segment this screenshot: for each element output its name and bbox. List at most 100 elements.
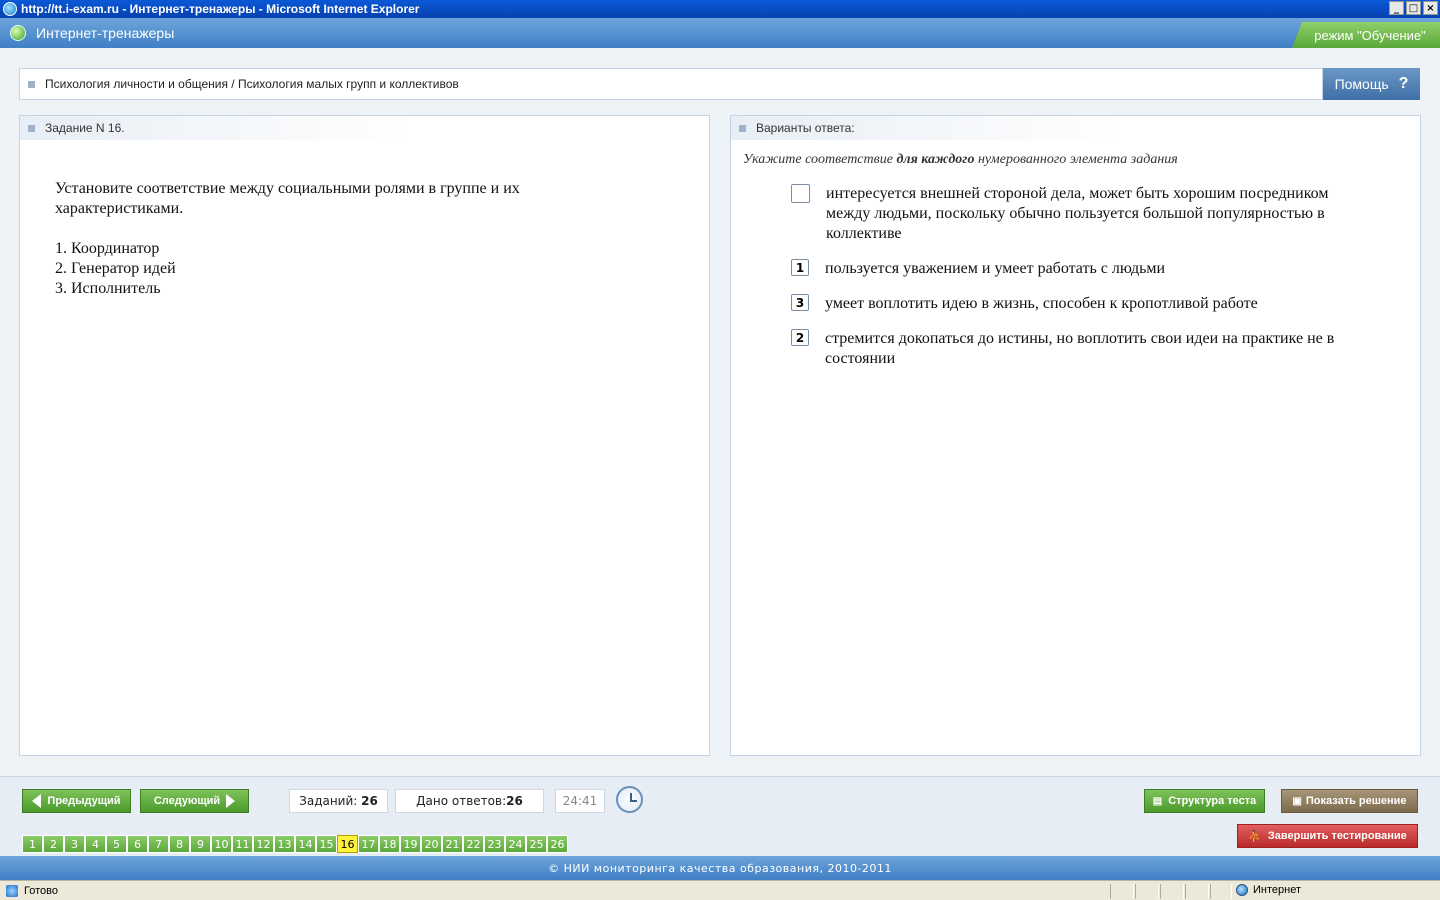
prev-label: Предыдущий [47, 795, 121, 807]
answers-panel-header: Варианты ответа: [731, 116, 1126, 140]
page-button-8[interactable]: 8 [169, 835, 190, 853]
answer-option-text: умеет воплотить идею в жизнь, способен к… [825, 295, 1258, 312]
ie-statusbar: Готово Интернет [0, 880, 1440, 900]
app-title: Интернет-тренажеры [36, 25, 175, 41]
page-button-12[interactable]: 12 [253, 835, 274, 853]
question-icon: ? [1398, 75, 1409, 92]
next-button[interactable]: Следующий [140, 789, 249, 813]
list-icon: ▤ [1152, 795, 1163, 807]
task-item: 2. Генератор идей [55, 260, 176, 277]
tasks-count-box: Заданий: 26 [289, 789, 388, 813]
close-button[interactable]: × [1423, 1, 1438, 15]
mode-badge: режим "Обучение" [1292, 22, 1440, 48]
finish-test-label: Завершить тестирование [1267, 830, 1407, 842]
breadcrumb-text: Психология личности и общения / Психолог… [45, 77, 459, 91]
test-structure-label: Структура теста [1168, 795, 1257, 807]
page-button-9[interactable]: 9 [190, 835, 211, 853]
arrow-right-icon [226, 794, 236, 808]
task-question: Установите соответствие между социальным… [55, 179, 615, 299]
finish-test-button[interactable]: ⛹ Завершить тестирование [1237, 824, 1418, 848]
ie-icon [3, 2, 17, 16]
help-button[interactable]: Помощь ? [1323, 68, 1420, 100]
page-button-10[interactable]: 10 [211, 835, 232, 853]
footer-copyright: © НИИ мониторинга качества образования, … [0, 856, 1440, 880]
bullet-square-icon [739, 124, 746, 132]
status-segment [1185, 884, 1209, 899]
answer-option: 1 пользуется уважением и умеет работать … [791, 259, 1370, 279]
page-button-24[interactable]: 24 [505, 835, 526, 853]
running-man-icon: ⛹ [1248, 830, 1262, 843]
test-structure-button[interactable]: ▤ Структура теста [1144, 789, 1265, 813]
answer-option: 3 умеет воплотить идею в жизнь, способен… [791, 294, 1370, 314]
arrow-left-icon [32, 794, 42, 808]
instruction-text: Укажите соответствие [743, 152, 897, 167]
page-button-18[interactable]: 18 [379, 835, 400, 853]
answers-panel: Варианты ответа: Укажите соответствие дл… [730, 115, 1421, 756]
page-button-5[interactable]: 5 [106, 835, 127, 853]
window-controls: _ □ × [1389, 1, 1438, 15]
globe-icon [1236, 884, 1248, 896]
page-button-21[interactable]: 21 [442, 835, 463, 853]
maximize-button[interactable]: □ [1406, 1, 1421, 15]
task-panel-header: Задание N 16. [20, 116, 415, 140]
answer-option-text: интересуется внешней стороной дела, може… [826, 185, 1329, 242]
task-item: 3. Исполнитель [55, 280, 161, 297]
tasks-count-label: Заданий: [299, 794, 358, 808]
timer: 24:41 [555, 789, 605, 813]
status-segment [1160, 884, 1184, 899]
task-panel: Задание N 16. Установите соответствие ме… [19, 115, 710, 756]
tasks-count-value: 26 [361, 794, 378, 808]
show-solution-button[interactable]: ▣ Показать решение [1281, 789, 1418, 813]
answer-option: 2 стремится докопаться до истины, но воп… [791, 329, 1370, 369]
page-button-3[interactable]: 3 [64, 835, 85, 853]
task-number: Задание N 16. [45, 121, 125, 135]
page-button-1[interactable]: 1 [22, 835, 43, 853]
page-button-20[interactable]: 20 [421, 835, 442, 853]
answer-input[interactable]: 2 [791, 329, 809, 346]
page-button-11[interactable]: 11 [232, 835, 253, 853]
minimize-button[interactable]: _ [1389, 1, 1404, 15]
page-button-19[interactable]: 19 [400, 835, 421, 853]
clock-icon [616, 786, 643, 813]
page-button-25[interactable]: 25 [526, 835, 547, 853]
answer-instruction: Укажите соответствие для каждого нумеров… [743, 152, 1178, 168]
window-title: http://tt.i-exam.ru - Интернет-тренажеры… [21, 2, 420, 16]
page-button-26[interactable]: 26 [547, 835, 568, 853]
instruction-emphasis: для каждого [896, 152, 975, 167]
task-item: 1. Координатор [55, 240, 160, 257]
answer-input[interactable]: 3 [791, 294, 809, 311]
prev-button[interactable]: Предыдущий [22, 789, 131, 813]
page-button-7[interactable]: 7 [148, 835, 169, 853]
window-titlebar: http://tt.i-exam.ru - Интернет-тренажеры… [0, 0, 1440, 18]
bullet-square-icon [28, 124, 35, 132]
status-segment [1110, 884, 1134, 899]
page-button-22[interactable]: 22 [463, 835, 484, 853]
breadcrumb: Психология личности и общения / Психолог… [19, 68, 1323, 100]
answers-header: Варианты ответа: [756, 121, 855, 135]
security-zone-label: Интернет [1253, 884, 1301, 896]
status-text: Готово [24, 884, 58, 897]
book-icon: ▣ [1292, 795, 1302, 807]
page-button-6[interactable]: 6 [127, 835, 148, 853]
app-logo-icon [10, 25, 26, 41]
page-button-16[interactable]: 16 [337, 835, 358, 853]
page-button-23[interactable]: 23 [484, 835, 505, 853]
answer-input[interactable]: 1 [791, 259, 809, 276]
task-items: 1. Координатор 2. Генератор идей 3. Испо… [55, 239, 615, 299]
answer-input[interactable] [791, 184, 810, 203]
page-button-4[interactable]: 4 [85, 835, 106, 853]
page-button-17[interactable]: 17 [358, 835, 379, 853]
answers-count-box: Дано ответов: 26 [395, 789, 544, 813]
page-button-14[interactable]: 14 [295, 835, 316, 853]
answers-count-value: 26 [506, 794, 523, 808]
next-label: Следующий [153, 795, 221, 807]
instruction-text: нумерованного элемента задания [974, 152, 1178, 167]
page-button-15[interactable]: 15 [316, 835, 337, 853]
help-label: Помощь [1334, 76, 1389, 92]
answer-option: интересуется внешней стороной дела, може… [791, 184, 1371, 244]
show-solution-label: Показать решение [1305, 795, 1407, 807]
page-button-2[interactable]: 2 [43, 835, 64, 853]
security-zone: Интернет [1236, 884, 1301, 896]
page-button-13[interactable]: 13 [274, 835, 295, 853]
app-header: Интернет-тренажеры режим "Обучение" [0, 18, 1440, 48]
